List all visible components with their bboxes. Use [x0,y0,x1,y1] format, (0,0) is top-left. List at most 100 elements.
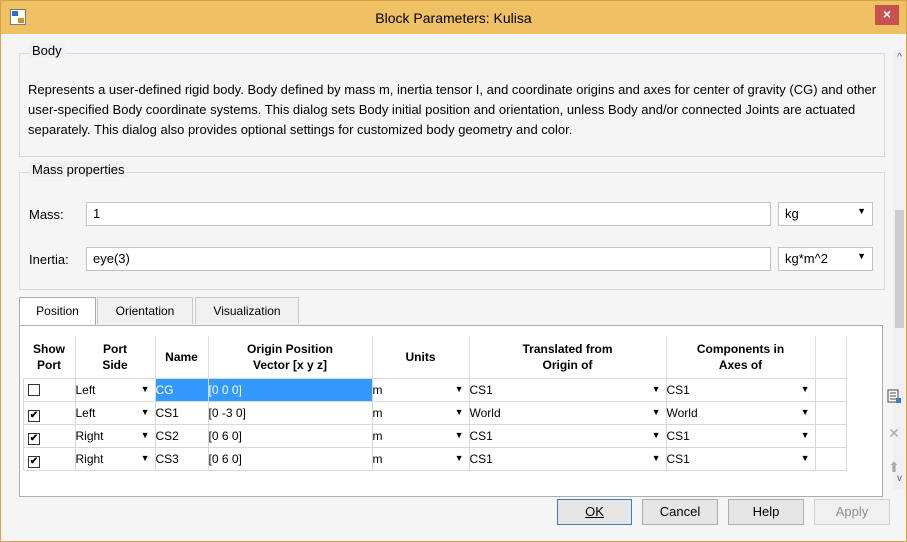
chevron-down-icon: ▼ [140,384,150,394]
inertia-unit-value: kg*m^2 [785,251,828,266]
ports-table: Show Port Port Side Name Origin Position… [23,336,847,471]
body-group: Body Represents a user-defined rigid bod… [19,43,885,157]
tab-orientation[interactable]: Orientation [97,297,193,324]
translated-from-value: CS1 [469,429,493,443]
show-port-checkbox[interactable]: ✔ [28,455,40,468]
units-select[interactable]: m ▼ [371,401,470,425]
port-name-cell[interactable]: CS1 [154,401,209,425]
chevron-down-icon: ▼ [454,407,464,417]
col-components-axes: Components in Axes of [666,336,816,379]
origin-position-value: [0 6 0] [208,452,242,466]
units-select[interactable]: m ▼ [371,378,470,402]
origin-position-cell[interactable]: [0 6 0] [207,447,373,471]
origin-position-value: [0 -3 0] [208,406,246,420]
units-select[interactable]: m ▼ [371,424,470,448]
chevron-down-icon: ▼ [800,384,810,394]
components-axes-select[interactable]: World ▼ [665,401,816,425]
origin-position-cell[interactable]: [0 -3 0] [207,401,373,425]
table-row[interactable]: Left ▼ CG [0 0 0] m ▼ CS1 ▼ CS1 ▼ [23,378,847,402]
help-button-label: Help [752,504,780,519]
apply-button[interactable]: Apply [814,499,890,525]
components-axes-select[interactable]: CS1 ▼ [665,424,816,448]
table-row[interactable]: ✔ Right ▼ CS2 [0 6 0] m ▼ CS1 ▼ CS1 ▼ [23,424,847,448]
row-spacer [814,424,847,448]
mass-unit-select[interactable]: kg ▼ [778,202,873,226]
col-show-port: Show Port [23,336,76,379]
mass-input[interactable]: 1 [86,202,771,226]
mass-properties-title: Mass properties [29,162,128,177]
show-port-cell[interactable]: ✔ [23,401,76,425]
port-side-select[interactable]: Right ▼ [74,447,156,471]
title-bar[interactable]: Block Parameters: Kulisa × [1,1,906,34]
show-port-checkbox[interactable]: ✔ [28,432,40,445]
show-port-cell[interactable] [23,378,76,402]
mass-unit-value: kg [785,206,799,221]
port-side-select[interactable]: Left ▼ [74,378,156,402]
chevron-down-icon: ▼ [454,384,464,394]
origin-position-cell[interactable]: [0 0 0] [207,378,373,402]
help-button[interactable]: Help [728,499,804,525]
col-port-side: Port Side [75,336,156,379]
chevron-down-icon: ▼ [651,407,661,417]
chevron-down-icon: ▼ [651,384,661,394]
port-name-cell[interactable]: CG [154,378,209,402]
port-name-cell[interactable]: CS2 [154,424,209,448]
ok-button[interactable]: OK [557,499,632,525]
translated-from-select[interactable]: CS1 ▼ [468,447,667,471]
port-name-cell[interactable]: CS3 [154,447,209,471]
delete-port-icon[interactable]: ✕ [884,423,904,443]
components-axes-value: CS1 [666,452,690,466]
chevron-down-icon: ▼ [140,407,150,417]
units-value: m [372,452,383,466]
origin-position-value: [0 6 0] [208,429,242,443]
translated-from-select[interactable]: CS1 ▼ [468,424,667,448]
col-translated-from: Translated from Origin of [469,336,667,379]
port-side-select[interactable]: Right ▼ [74,424,156,448]
port-side-select[interactable]: Left ▼ [74,401,156,425]
units-value: m [372,429,383,443]
chevron-down-icon: ▼ [800,430,810,440]
add-port-icon[interactable] [884,388,904,408]
inertia-label: Inertia: [29,252,69,267]
inertia-unit-select[interactable]: kg*m^2 ▼ [778,247,873,271]
chevron-down-icon: ▼ [140,453,150,463]
position-tab-panel: Show Port Port Side Name Origin Position… [19,325,901,497]
components-axes-select[interactable]: CS1 ▼ [665,378,816,402]
inertia-input[interactable]: eye(3) [86,247,771,271]
tab-position[interactable]: Position [19,297,96,326]
port-side-value: Left [75,406,96,420]
origin-position-value: [0 0 0] [208,383,242,397]
translated-from-select[interactable]: World ▼ [468,401,667,425]
ok-button-label: OK [585,504,604,519]
show-port-cell[interactable]: ✔ [23,447,76,471]
cancel-button[interactable]: Cancel [642,499,718,525]
units-value: m [372,406,383,420]
row-spacer [814,447,847,471]
table-row[interactable]: ✔ Right ▼ CS3 [0 6 0] m ▼ CS1 ▼ CS1 ▼ [23,447,847,471]
body-description: Represents a user-defined rigid body. Bo… [28,82,877,137]
show-port-checkbox[interactable]: ✔ [28,409,40,422]
translated-from-select[interactable]: CS1 ▼ [468,378,667,402]
components-axes-value: CS1 [666,429,690,443]
components-axes-value: World [666,406,698,420]
show-port-checkbox[interactable] [28,383,40,396]
port-name-value: CS2 [155,429,179,443]
scroll-thumb[interactable] [895,210,904,328]
origin-position-cell[interactable]: [0 6 0] [207,424,373,448]
table-row[interactable]: ✔ Left ▼ CS1 [0 -3 0] m ▼ World ▼ World ▼ [23,401,847,425]
units-select[interactable]: m ▼ [371,447,470,471]
components-axes-select[interactable]: CS1 ▼ [665,447,816,471]
scroll-up-icon[interactable]: ^ [893,52,906,63]
port-side-value: Left [75,383,96,397]
translated-from-value: CS1 [469,452,493,466]
move-up-icon[interactable]: ⬆ [884,457,904,477]
table-header-row: Show Port Port Side Name Origin Position… [23,336,847,379]
row-spacer [814,401,847,425]
mass-label: Mass: [29,207,64,222]
col-spacer [815,336,847,379]
apply-button-label: Apply [835,504,869,519]
close-button[interactable]: × [875,5,899,25]
window-title: Block Parameters: Kulisa [375,10,532,26]
tab-visualization[interactable]: Visualization [195,297,299,324]
show-port-cell[interactable]: ✔ [23,424,76,448]
